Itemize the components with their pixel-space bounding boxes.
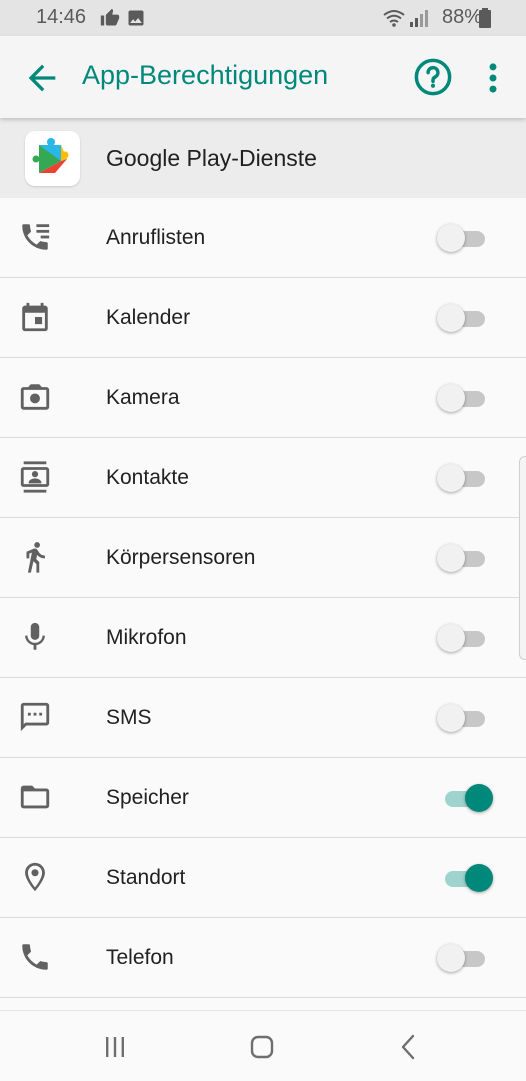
app-bar: App-Berechtigungen <box>0 36 526 118</box>
back-icon[interactable] <box>393 1031 425 1063</box>
status-bar: 14:46 88% <box>0 0 526 36</box>
camera-icon <box>20 384 50 410</box>
navigation-bar <box>0 1010 526 1081</box>
calendar-icon <box>22 302 48 332</box>
scroll-indicator[interactable] <box>519 456 526 660</box>
wifi-icon <box>383 10 405 27</box>
permission-toggle[interactable] <box>437 943 489 973</box>
permission-label: Mikrofon <box>106 626 187 649</box>
permission-toggle[interactable] <box>437 463 489 493</box>
permission-toggle[interactable] <box>437 623 489 653</box>
microphone-icon <box>25 622 45 650</box>
thumbs-up-icon <box>100 8 120 26</box>
folder-icon <box>20 785 50 809</box>
permission-label: Standort <box>106 866 186 889</box>
phone-icon <box>22 944 48 970</box>
page-title: App-Berechtigungen <box>82 60 329 90</box>
contacts-icon <box>20 461 50 493</box>
permission-toggle[interactable] <box>437 543 489 573</box>
home-icon[interactable] <box>246 1031 278 1063</box>
app-icon-container <box>25 131 80 186</box>
permission-label: Kontakte <box>106 466 189 489</box>
help-icon[interactable] <box>412 56 454 98</box>
permission-toggle[interactable] <box>437 863 493 893</box>
permission-label: Telefon <box>106 946 174 969</box>
more-vert-icon[interactable] <box>474 58 512 98</box>
permission-toggle[interactable] <box>437 703 489 733</box>
permission-toggle[interactable] <box>437 303 489 333</box>
permission-row-kamera[interactable]: Kamera <box>0 358 526 438</box>
permission-row-telefon[interactable]: Telefon <box>0 918 526 998</box>
sms-icon <box>20 702 50 732</box>
permission-row-anruflisten[interactable]: Anruflisten <box>0 198 526 278</box>
app-name: Google Play-Dienste <box>106 145 317 171</box>
permission-toggle[interactable] <box>437 223 489 253</box>
permission-toggle[interactable] <box>437 383 489 413</box>
battery-percent: 88% <box>441 6 482 28</box>
body-sensors-icon <box>26 542 45 573</box>
permission-label: Anruflisten <box>106 226 206 249</box>
permission-label: Speicher <box>106 786 189 809</box>
permission-label: Kalender <box>106 306 191 329</box>
status-time: 14:46 <box>36 6 87 28</box>
location-icon <box>25 862 45 892</box>
app-header: Google Play-Dienste <box>0 118 526 198</box>
permission-label: Kamera <box>106 386 180 409</box>
call-log-icon <box>22 224 50 250</box>
permission-toggle[interactable] <box>437 783 493 813</box>
permission-row-kontakte[interactable]: Kontakte <box>0 438 526 518</box>
recents-icon[interactable] <box>99 1031 131 1063</box>
permission-list: Anruflisten Kalender Kamera Kontakte Kör… <box>0 198 526 998</box>
permission-label: SMS <box>106 706 152 729</box>
image-icon <box>128 10 144 26</box>
back-arrow-icon[interactable] <box>22 58 62 98</box>
permission-row-standort[interactable]: Standort <box>0 838 526 918</box>
signal-icon <box>410 10 428 27</box>
permission-row-speicher[interactable]: Speicher <box>0 758 526 838</box>
permission-row-kalender[interactable]: Kalender <box>0 278 526 358</box>
battery-icon <box>479 8 491 28</box>
permission-label: Körpersensoren <box>106 546 256 569</box>
permission-row-sms[interactable]: SMS <box>0 678 526 758</box>
permission-row-koerpersensoren[interactable]: Körpersensoren <box>0 518 526 598</box>
google-play-services-icon <box>32 138 69 173</box>
permission-row-mikrofon[interactable]: Mikrofon <box>0 598 526 678</box>
